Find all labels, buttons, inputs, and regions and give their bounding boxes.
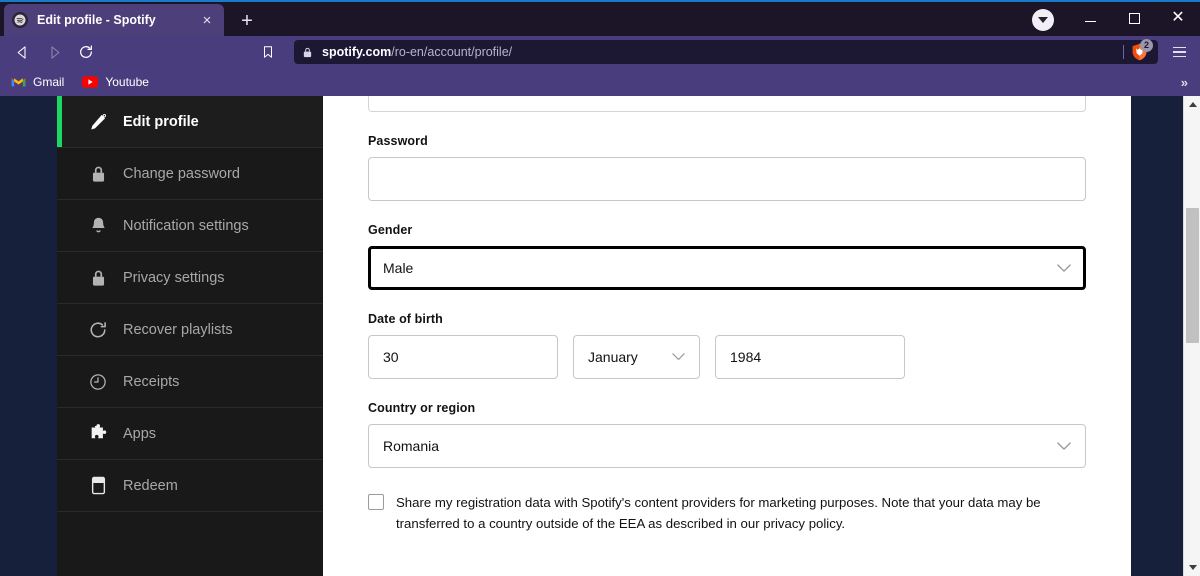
close-button[interactable]: ✕: [1156, 2, 1200, 34]
new-tab-button[interactable]: +: [234, 11, 260, 31]
birth-year-value: 1984: [730, 349, 890, 365]
url-path: /ro-en/account/profile/: [391, 45, 512, 59]
date-of-birth-label: Date of birth: [368, 312, 1086, 326]
lock-icon: [302, 47, 313, 58]
lock-icon: [85, 269, 111, 287]
chevron-down-icon: [1057, 442, 1071, 451]
account-sidebar: Edit profile Change password: [57, 96, 323, 576]
marketing-consent-checkbox[interactable]: [368, 494, 384, 510]
sidebar-item-notification-settings[interactable]: Notification settings: [57, 200, 323, 252]
tab-title: Edit profile - Spotify: [37, 13, 198, 27]
birth-month-value: January: [588, 349, 672, 365]
sidebar-item-recover-playlists[interactable]: Recover playlists: [57, 304, 323, 356]
birth-day-value: 30: [383, 349, 543, 365]
refresh-icon: [85, 321, 111, 339]
sidebar-item-label: Edit profile: [123, 114, 199, 130]
shield-blocked-count: 2: [1140, 39, 1153, 52]
gift-card-icon: [85, 476, 111, 495]
sidebar-item-change-password[interactable]: Change password: [57, 148, 323, 200]
sidebar-item-label: Recover playlists: [123, 322, 233, 338]
chevron-down-icon: [672, 353, 685, 361]
scroll-up-icon[interactable]: [1184, 96, 1200, 113]
youtube-icon: [82, 74, 98, 90]
navigation-toolbar: spotify.com/ro-en/account/profile/ 2: [0, 36, 1200, 68]
spotify-icon: [12, 12, 28, 28]
date-of-birth-group: Date of birth 30 January: [368, 312, 1086, 379]
sidebar-item-label: Change password: [123, 166, 240, 182]
gender-field-group: Gender Male: [368, 223, 1086, 290]
bookmark-gmail[interactable]: Gmail: [10, 74, 64, 90]
gender-label: Gender: [368, 223, 1086, 237]
browser-tab[interactable]: Edit profile - Spotify ×: [4, 4, 224, 36]
password-input[interactable]: [368, 157, 1086, 201]
profile-form-panel: Password Gender Male: [323, 96, 1131, 576]
sidebar-item-privacy-settings[interactable]: Privacy settings: [57, 252, 323, 304]
sidebar-item-edit-profile[interactable]: Edit profile: [57, 96, 323, 148]
country-field-group: Country or region Romania: [368, 401, 1086, 468]
brave-shield-icon[interactable]: 2: [1131, 43, 1148, 61]
sidebar-item-label: Notification settings: [123, 218, 249, 234]
bookmark-icon[interactable]: [252, 38, 284, 66]
caret-down-icon: [1038, 17, 1048, 23]
bell-icon: [85, 216, 111, 235]
scroll-down-icon[interactable]: [1184, 559, 1200, 576]
email-field-partial[interactable]: [368, 96, 1086, 112]
forward-arrow-icon: [38, 38, 70, 66]
edit-profile-form: Password Gender Male: [323, 96, 1131, 535]
sidebar-item-label: Receipts: [123, 374, 179, 390]
bookmarks-bar: Gmail Youtube »: [0, 68, 1200, 96]
sidebar-filler: [57, 512, 323, 576]
marketing-consent-row: Share my registration data with Spotify'…: [368, 492, 1086, 535]
page-left-gutter: [0, 96, 57, 576]
chevron-down-icon: [1057, 264, 1071, 273]
birth-month-select[interactable]: January: [573, 335, 700, 379]
minimize-button[interactable]: [1068, 2, 1112, 34]
browser-window: Edit profile - Spotify × + ✕: [0, 0, 1200, 576]
date-of-birth-row: 30 January 1984: [368, 335, 1086, 379]
omnibox-divider: [1123, 45, 1124, 59]
sidebar-item-receipts[interactable]: Receipts: [57, 356, 323, 408]
hamburger-menu-icon[interactable]: [1164, 38, 1194, 66]
birth-year-input[interactable]: 1984: [715, 335, 905, 379]
bookmarks-overflow-icon[interactable]: »: [1181, 75, 1190, 90]
gmail-icon: [10, 74, 26, 90]
country-select[interactable]: Romania: [368, 424, 1086, 468]
brave-rewards-icon[interactable]: [1032, 9, 1054, 31]
sidebar-item-label: Redeem: [123, 478, 178, 494]
page-right-gutter: [1131, 96, 1183, 576]
address-bar[interactable]: spotify.com/ro-en/account/profile/ 2: [294, 40, 1158, 64]
password-label: Password: [368, 134, 1086, 148]
maximize-button[interactable]: [1112, 2, 1156, 34]
pencil-icon: [85, 113, 111, 131]
scrollbar-thumb[interactable]: [1186, 208, 1199, 343]
birth-day-input[interactable]: 30: [368, 335, 558, 379]
gender-value: Male: [383, 260, 1057, 276]
gender-select[interactable]: Male: [368, 246, 1086, 290]
back-arrow-icon[interactable]: [6, 38, 38, 66]
reload-icon[interactable]: [70, 38, 102, 66]
address-bar-url: spotify.com/ro-en/account/profile/: [322, 45, 1123, 59]
sidebar-item-apps[interactable]: Apps: [57, 408, 323, 460]
lock-icon: [85, 165, 111, 183]
sidebar-item-label: Apps: [123, 426, 156, 442]
marketing-consent-label: Share my registration data with Spotify'…: [396, 492, 1086, 535]
page-scrollbar[interactable]: [1183, 96, 1200, 576]
bookmark-label: Youtube: [105, 75, 149, 89]
url-domain: spotify.com: [322, 45, 391, 59]
clock-icon: [85, 373, 111, 391]
password-field-group: Password: [368, 134, 1086, 201]
bookmark-label: Gmail: [33, 75, 64, 89]
bookmark-youtube[interactable]: Youtube: [82, 74, 149, 90]
sidebar-item-label: Privacy settings: [123, 270, 225, 286]
sidebar-item-redeem[interactable]: Redeem: [57, 460, 323, 512]
puzzle-icon: [85, 424, 111, 443]
tab-strip: Edit profile - Spotify × + ✕: [0, 2, 1200, 36]
tab-close-icon[interactable]: ×: [198, 13, 216, 28]
page-viewport: Edit profile Change password: [0, 96, 1200, 576]
country-label: Country or region: [368, 401, 1086, 415]
window-controls: ✕: [1068, 2, 1200, 36]
country-value: Romania: [383, 438, 1057, 454]
